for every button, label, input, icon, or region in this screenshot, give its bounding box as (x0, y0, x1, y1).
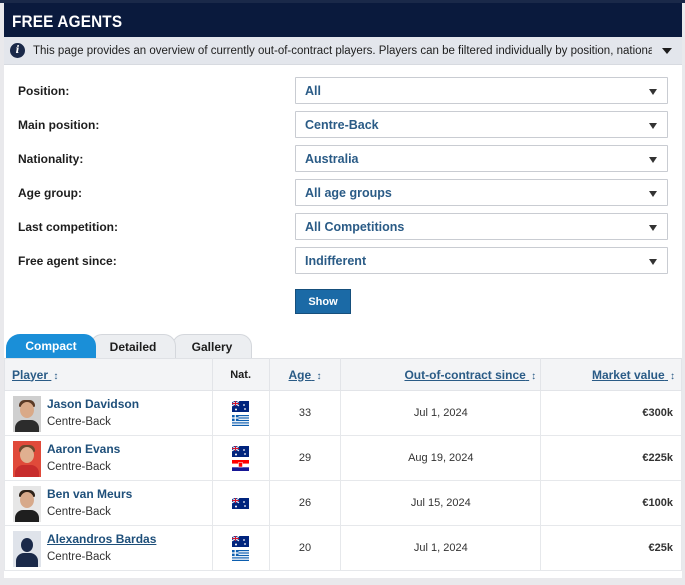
croatia-flag-icon[interactable] (232, 459, 250, 471)
table-header-row: Player ↕ Nat. Age ↕ Out-of-contract sinc… (4, 358, 682, 391)
column-header-age[interactable]: Age ↕ (268, 358, 342, 391)
nationality-cell (211, 525, 270, 571)
greece-flag-icon[interactable] (232, 414, 250, 426)
out-of-contract-date-cell: Aug 19, 2024 (340, 435, 542, 481)
out-of-contract-date-cell: Jul 15, 2024 (340, 480, 542, 526)
australia-flag-icon[interactable] (232, 445, 250, 457)
column-header-player[interactable]: Player ↕ (4, 358, 213, 391)
australia-flag-icon[interactable] (232, 400, 250, 412)
filter-label: Position: (18, 84, 70, 98)
filter-form: Position: All Main position: Centre-Back… (4, 65, 682, 281)
last-competition-select[interactable]: All Competitions (295, 213, 668, 240)
player-name-link[interactable]: Alexandros Bardas (47, 532, 156, 546)
chevron-down-icon (649, 89, 657, 95)
table-row: Ben van Meurs Centre-Back 26 Jul 15, 202… (4, 480, 682, 526)
nationality-cell (211, 435, 270, 481)
filter-label: Free agent since: (18, 254, 117, 268)
column-header-out-of-contract-since[interactable]: Out-of-contract since ↕ (340, 358, 542, 391)
market-value-cell: €25k (540, 525, 682, 571)
player-name-link[interactable]: Jason Davidson (47, 397, 139, 411)
filter-last-competition: Last competition: All Competitions (18, 213, 672, 247)
avatar[interactable] (13, 486, 41, 522)
table-row: Aaron Evans Centre-Back 29 Aug 19, 2024 … (4, 435, 682, 481)
table-row: Alexandros Bardas Centre-Back 20 Jul 1, … (4, 525, 682, 571)
page-title: FREE AGENTS (4, 3, 682, 37)
australia-flag-icon[interactable] (232, 497, 250, 509)
chevron-down-icon (649, 123, 657, 129)
age-cell: 20 (268, 525, 342, 571)
filter-main-position: Main position: Centre-Back (18, 111, 672, 145)
player-position: Centre-Back (47, 551, 111, 563)
player-position: Centre-Back (47, 506, 111, 518)
view-tabs: Gallery Detailed Compact (4, 334, 682, 358)
sort-icon: ↕ (531, 370, 537, 382)
chevron-down-icon (649, 157, 657, 163)
free-agents-table: Player ↕ Nat. Age ↕ Out-of-contract sinc… (4, 358, 682, 571)
filter-age-group: Age group: All age groups (18, 179, 672, 213)
player-cell: Alexandros Bardas Centre-Back (4, 525, 213, 571)
chevron-down-icon (649, 225, 657, 231)
tab-compact[interactable]: Compact (6, 334, 96, 358)
info-text: This page provides an overview of curren… (33, 44, 652, 57)
nationality-cell (211, 480, 270, 526)
chevron-down-icon (649, 191, 657, 197)
sort-icon: ↕ (53, 370, 59, 382)
player-name-link[interactable]: Ben van Meurs (47, 487, 132, 501)
filter-label: Age group: (18, 186, 82, 200)
expand-caret-icon[interactable] (662, 47, 672, 54)
out-of-contract-date-cell: Jul 1, 2024 (340, 525, 542, 571)
player-cell: Aaron Evans Centre-Back (4, 435, 213, 481)
show-button[interactable]: Show (295, 289, 351, 314)
player-position: Centre-Back (47, 416, 111, 428)
filter-label: Last competition: (18, 220, 119, 234)
main-position-select[interactable]: Centre-Back (295, 111, 668, 138)
column-header-nat: Nat. (211, 358, 270, 391)
avatar[interactable] (13, 396, 41, 432)
filter-label: Nationality: (18, 152, 84, 166)
player-cell: Jason Davidson Centre-Back (4, 390, 213, 436)
age-group-select[interactable]: All age groups (295, 179, 668, 206)
nationality-select[interactable]: Australia (295, 145, 668, 172)
position-select[interactable]: All (295, 77, 668, 104)
filter-nationality: Nationality: Australia (18, 145, 672, 179)
column-header-market-value[interactable]: Market value ↕ (540, 358, 682, 391)
nationality-cell (211, 390, 270, 436)
player-position: Centre-Back (47, 461, 111, 473)
age-cell: 26 (268, 480, 342, 526)
filter-position: Position: All (18, 77, 672, 111)
tab-gallery[interactable]: Gallery (172, 334, 252, 358)
player-cell: Ben van Meurs Centre-Back (4, 480, 213, 526)
sort-icon: ↕ (316, 370, 322, 382)
free-agents-panel: FREE AGENTS i This page provides an over… (4, 3, 682, 578)
chevron-down-icon (649, 259, 657, 265)
info-bar[interactable]: i This page provides an overview of curr… (4, 37, 682, 65)
out-of-contract-date-cell: Jul 1, 2024 (340, 390, 542, 436)
age-cell: 29 (268, 435, 342, 481)
australia-flag-icon[interactable] (232, 535, 250, 547)
market-value-cell: €225k (540, 435, 682, 481)
tab-detailed[interactable]: Detailed (90, 334, 176, 358)
filter-free-agent-since: Free agent since: Indifferent (18, 247, 672, 281)
sort-icon: ↕ (670, 370, 675, 382)
info-icon: i (10, 43, 25, 58)
avatar-placeholder[interactable] (13, 531, 41, 567)
avatar[interactable] (13, 441, 41, 477)
table-row: Jason Davidson Centre-Back 33 Jul 1, 202… (4, 390, 682, 436)
free-agent-since-select[interactable]: Indifferent (295, 247, 668, 274)
filter-label: Main position: (18, 118, 100, 132)
age-cell: 33 (268, 390, 342, 436)
greece-flag-icon[interactable] (232, 549, 250, 561)
market-value-cell: €100k (540, 480, 682, 526)
market-value-cell: €300k (540, 390, 682, 436)
player-name-link[interactable]: Aaron Evans (47, 442, 120, 456)
